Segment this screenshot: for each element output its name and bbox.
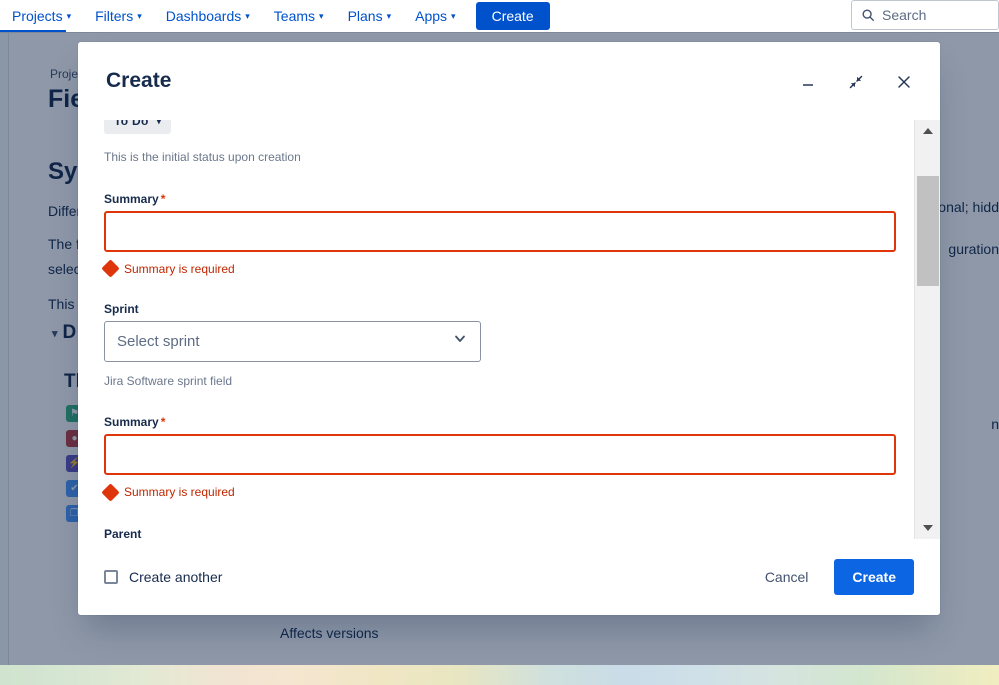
chevron-down-icon: ▾: [137, 10, 142, 21]
nav-item-label: Filters: [95, 8, 134, 24]
nav-item-projects[interactable]: Projects ▾: [0, 3, 83, 29]
collapse-arrows-icon: [849, 75, 863, 89]
summary-label-1: Summary *: [104, 192, 888, 206]
status-helper-text: This is the initial status upon creation: [104, 150, 301, 164]
triangle-down-icon: [923, 525, 933, 531]
field-label-text: Summary: [104, 415, 159, 430]
close-icon: [898, 76, 910, 88]
bottom-gradient-strip: [0, 665, 999, 685]
window-controls: [794, 68, 918, 96]
modal-header: Create: [78, 42, 940, 120]
nav-item-teams[interactable]: Teams ▾: [262, 3, 336, 29]
summary-error-1: Summary is required: [101, 259, 888, 278]
create-another-label: Create another: [129, 569, 223, 585]
create-button[interactable]: Create: [834, 559, 914, 595]
nav-item-label: Teams: [273, 8, 316, 24]
nav-item-plans[interactable]: Plans ▾: [336, 3, 404, 29]
modal-form: To Do ▾ This is the initial status upon …: [78, 120, 914, 539]
required-marker: *: [160, 191, 166, 206]
modal-scrollbar[interactable]: [914, 120, 940, 539]
chevron-down-icon: ▾: [245, 10, 250, 21]
modal-title: Create: [106, 69, 172, 92]
search-box[interactable]: Search: [851, 0, 999, 30]
nav-item-label: Plans: [347, 8, 383, 24]
status-dropdown[interactable]: To Do ▾: [104, 120, 172, 134]
summary-error-2: Summary is required: [101, 482, 888, 502]
summary-field-2: Summary * Summary is required: [101, 415, 896, 502]
screen: Projects ▾ Filters ▾ Dashboards ▾ Teams …: [0, 0, 999, 685]
error-icon: [101, 482, 120, 502]
summary-input-1[interactable]: [104, 210, 896, 252]
footer-actions: Cancel Create: [753, 559, 914, 595]
nav-item-dashboards[interactable]: Dashboards ▾: [154, 3, 262, 29]
error-icon: [101, 259, 120, 278]
required-marker: *: [160, 415, 166, 430]
chevron-down-icon: ▾: [319, 10, 324, 21]
chevron-down-icon: ▾: [156, 120, 162, 126]
nav-create-button[interactable]: Create: [475, 2, 550, 30]
close-button[interactable]: [890, 68, 918, 96]
minimize-icon: [803, 84, 813, 86]
top-navigation-bar: Projects ▾ Filters ▾ Dashboards ▾ Teams …: [0, 0, 999, 33]
sprint-helper-text: Jira Software sprint field: [104, 373, 233, 388]
chevron-down-icon: ▾: [66, 10, 72, 21]
sprint-label: Sprint: [104, 302, 888, 316]
search-icon: [861, 8, 875, 22]
nav-items: Projects ▾ Filters ▾ Dashboards ▾ Teams …: [0, 2, 550, 30]
scroll-up-button[interactable]: [915, 120, 940, 142]
summary-label-2: Summary *: [104, 415, 888, 429]
nav-item-apps[interactable]: Apps ▾: [403, 3, 467, 29]
status-value: To Do: [114, 120, 149, 128]
cancel-button[interactable]: Cancel: [753, 561, 821, 593]
error-text: Summary is required: [124, 485, 235, 500]
nav-item-label: Apps: [415, 8, 448, 24]
search-placeholder: Search: [882, 7, 927, 23]
sprint-select-wrap: Select sprint: [104, 320, 481, 362]
status-field: To Do ▾: [104, 120, 888, 138]
chevron-down-icon: ▾: [451, 10, 456, 21]
create-another-checkbox[interactable]: [104, 570, 118, 584]
collapse-button[interactable]: [842, 68, 870, 96]
field-label-text: Sprint: [104, 301, 139, 316]
scrollbar-thumb[interactable]: [917, 176, 939, 286]
triangle-up-icon: [923, 128, 933, 134]
sprint-select[interactable]: Select sprint: [104, 320, 481, 362]
sprint-field: Sprint Select sprint Jira Software sprin…: [104, 302, 888, 390]
nav-item-filters[interactable]: Filters ▾: [83, 3, 154, 29]
modal-body: To Do ▾ This is the initial status upon …: [78, 120, 940, 539]
summary-input-2[interactable]: [104, 434, 896, 476]
sprint-placeholder: Select sprint: [117, 332, 200, 350]
scroll-down-button[interactable]: [915, 517, 940, 539]
modal-footer: Create another Cancel Create: [78, 539, 940, 615]
minimize-button[interactable]: [794, 68, 822, 96]
field-label-text: Summary: [104, 191, 159, 206]
parent-label: Parent: [104, 527, 142, 539]
create-another-checkbox-wrap[interactable]: Create another: [104, 569, 222, 585]
error-text: Summary is required: [124, 261, 235, 276]
create-issue-modal: Create To Do ▾ This is the initial statu…: [78, 42, 940, 615]
chevron-down-icon: ▾: [386, 10, 392, 21]
summary-field-1: Summary * Summary is required: [101, 192, 896, 278]
nav-item-label: Dashboards: [165, 8, 242, 24]
nav-item-label: Projects: [12, 8, 63, 24]
